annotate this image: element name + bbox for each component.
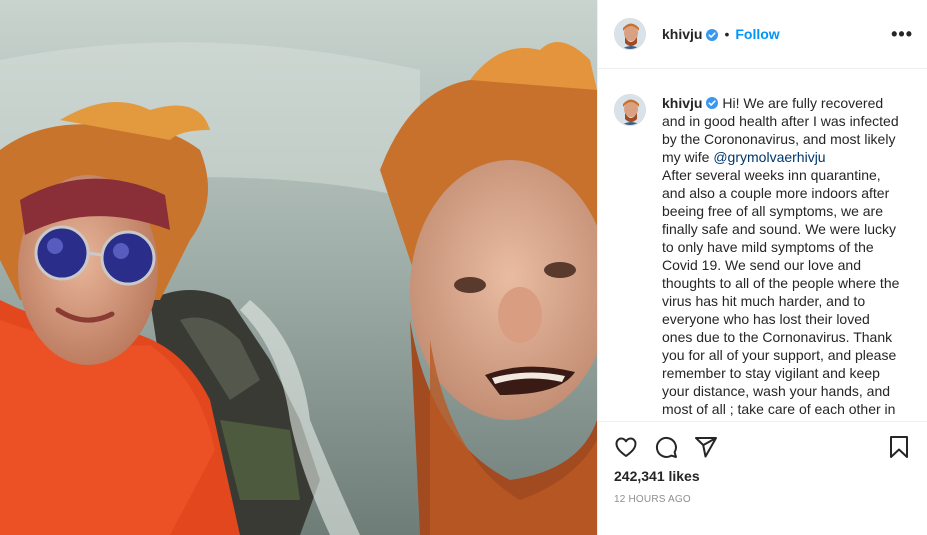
post-photo[interactable] [0,0,597,535]
follow-button[interactable]: Follow [735,26,779,42]
action-bar [598,421,927,471]
verified-badge-icon [706,28,719,41]
caption-text-continued: After several weeks inn quarantine, and … [662,167,900,417]
caption-mention[interactable]: @grymolvaerhivju [713,149,825,165]
caption-username[interactable]: khivju [662,95,702,111]
post-header: khivju • Follow ••• [598,0,927,69]
bookmark-icon[interactable] [887,435,911,459]
instagram-post: khivju • Follow ••• khivju Hi! We are fu… [0,0,927,535]
author-username[interactable]: khivju [662,26,702,42]
like-count[interactable]: 242,341 likes [614,468,700,484]
caption-area: khivju Hi! We are fully recovered and in… [598,70,927,421]
more-options-icon[interactable]: ••• [891,24,913,45]
post-caption: khivju Hi! We are fully recovered and in… [662,94,902,421]
post-sidebar: khivju • Follow ••• khivju Hi! We are fu… [597,0,927,535]
heart-icon[interactable] [614,435,638,459]
caption-avatar[interactable] [614,94,646,126]
share-icon[interactable] [694,435,718,459]
comment-icon[interactable] [654,435,678,459]
verified-badge-icon [706,95,719,109]
selfie-image [0,0,597,535]
avatar-image [615,19,645,49]
header-separator: • [724,26,730,42]
post-timestamp[interactable]: 12 HOURS AGO [614,494,691,505]
author-avatar[interactable] [614,18,646,50]
avatar-image [615,95,645,125]
